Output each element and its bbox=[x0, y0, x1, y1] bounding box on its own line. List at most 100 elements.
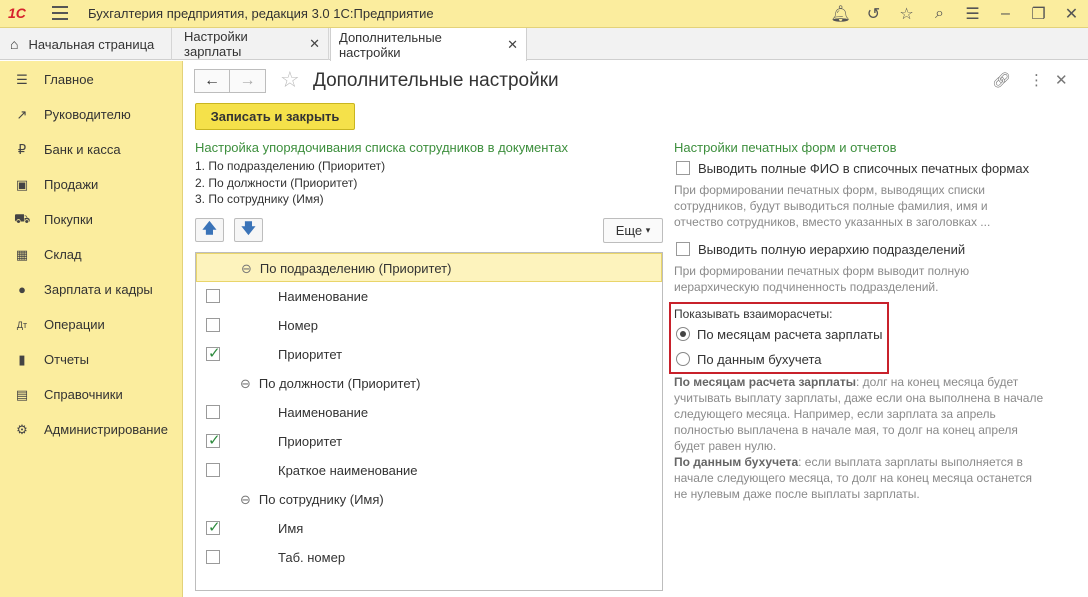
warehouse-icon: ▦ bbox=[15, 246, 29, 262]
collapse-icon[interactable]: ⊖ bbox=[240, 376, 251, 391]
dropdown-arrow-icon: ▾ bbox=[645, 225, 651, 235]
note-line: полностью выплачена в начале мая, то дол… bbox=[674, 423, 1018, 437]
book-icon: ▤ bbox=[15, 386, 29, 402]
tree-group-row[interactable]: ⊖ По сотруднику (Имя) bbox=[196, 485, 662, 514]
arrow-right-icon: → bbox=[239, 72, 256, 89]
tree-item-row[interactable]: Наименование bbox=[196, 398, 662, 427]
arrow-up-icon: 🡅 bbox=[202, 220, 217, 236]
full-hierarchy-description: При формировании печатных форм выводит п… bbox=[674, 263, 969, 295]
tab-close-icon[interactable]: ✕ bbox=[507, 37, 518, 53]
note-bold: По месяцам расчета зарплаты bbox=[674, 375, 856, 389]
tree-group-row[interactable]: ⊖ По должности (Приоритет) bbox=[196, 369, 662, 398]
collapse-icon[interactable]: ⊖ bbox=[241, 261, 252, 276]
favorite-star-icon[interactable]: ☆ bbox=[280, 67, 300, 93]
checkbox[interactable] bbox=[206, 405, 220, 419]
tab-salary-settings[interactable]: Настройки зарплаты ✕ bbox=[176, 28, 329, 60]
collapse-icon[interactable]: ⊖ bbox=[240, 492, 251, 507]
sidebar-item-warehouse[interactable]: ▦ Склад bbox=[0, 237, 183, 272]
tree-item-label: Таб. номер bbox=[278, 550, 346, 565]
tree-item-row[interactable]: Приоритет bbox=[196, 427, 662, 456]
sidebar-item-reports[interactable]: ▮ Отчеты bbox=[0, 342, 183, 377]
title-bar: 1С Бухгалтерия предприятия, редакция 3.0… bbox=[0, 0, 1088, 28]
sidebar-item-purchases[interactable]: ⛟ Покупки bbox=[0, 202, 183, 237]
favorites-star-icon[interactable]: ☆ bbox=[890, 0, 923, 28]
note-line: учитывать выплату зарплаты, даже если он… bbox=[674, 391, 1044, 405]
tree-item-row[interactable]: Приоритет bbox=[196, 340, 662, 369]
tree-item-row[interactable]: Номер bbox=[196, 311, 662, 340]
note-line: начале следующего месяца, то долг на кон… bbox=[674, 471, 1033, 485]
tree-group-row[interactable]: ⊖ По подразделению (Приоритет) bbox=[196, 253, 662, 282]
sidebar-item-manager[interactable]: ↗ Руководителю bbox=[0, 97, 183, 132]
more-button[interactable]: Еще ▾ bbox=[603, 218, 663, 243]
ruble-icon: ₽ bbox=[17, 141, 27, 157]
forward-button[interactable]: → bbox=[230, 69, 266, 93]
tree-group-label: По сотруднику (Имя) bbox=[258, 492, 384, 507]
checkbox[interactable] bbox=[206, 289, 220, 303]
radio-by-accounting[interactable] bbox=[676, 352, 690, 366]
sidebar-item-operations[interactable]: Дт Операции bbox=[0, 307, 183, 342]
sorting-line: 2. По должности (Приоритет) bbox=[195, 176, 358, 190]
person-icon: ● bbox=[18, 282, 26, 297]
sidebar-item-catalogs[interactable]: ▤ Справочники bbox=[0, 377, 183, 412]
settlements-label: Показывать взаиморасчеты: bbox=[674, 307, 833, 321]
main-menu-icon[interactable] bbox=[52, 6, 68, 20]
tab-salary-settings-label: Настройки зарплаты bbox=[184, 29, 248, 59]
arrow-down-icon: 🡇 bbox=[241, 220, 256, 236]
sidebar-item-label: Руководителю bbox=[44, 107, 131, 122]
sidebar-item-admin[interactable]: ⚙ Администрирование bbox=[0, 412, 183, 447]
description-line: отчество сотрудников, вместо указанных в… bbox=[674, 215, 991, 229]
checkbox-checked[interactable] bbox=[206, 344, 221, 362]
save-and-close-button[interactable]: Записать и закрыть bbox=[195, 103, 355, 130]
tab-close-icon[interactable]: ✕ bbox=[309, 36, 320, 52]
full-hierarchy-checkbox[interactable] bbox=[676, 242, 690, 256]
trend-icon: ↗ bbox=[16, 106, 28, 122]
bell-icon[interactable]: 🔔︎ bbox=[824, 0, 857, 28]
bag-icon: ▣ bbox=[15, 176, 29, 192]
cart-icon: ⛟ bbox=[14, 210, 31, 226]
sidebar-item-sales[interactable]: ▣ Продажи bbox=[0, 167, 183, 202]
tab-bar: ⌂ Начальная страница Настройки зарплаты … bbox=[0, 28, 1088, 61]
app-title: Бухгалтерия предприятия, редакция 3.0 1С… bbox=[88, 6, 434, 21]
tree-item-label: Имя bbox=[278, 521, 304, 536]
sidebar-item-bank[interactable]: ₽ Банк и касса bbox=[0, 132, 183, 167]
tree-item-row[interactable]: Наименование bbox=[196, 282, 662, 311]
close-icon[interactable]: ✕ bbox=[1055, 0, 1088, 28]
sidebar-item-salary[interactable]: ● Зарплата и кадры bbox=[0, 272, 183, 307]
settlements-note-2: По данным бухучета: если выплата зарплат… bbox=[674, 454, 1074, 502]
full-fio-checkbox[interactable] bbox=[676, 161, 690, 175]
tree-item-row[interactable]: Краткое наименование bbox=[196, 456, 662, 485]
description-line: При формировании печатных форм выводит п… bbox=[674, 264, 970, 278]
checkbox[interactable] bbox=[206, 318, 220, 332]
bar-chart-icon: ▮ bbox=[18, 351, 26, 367]
tree-item-label: Номер bbox=[278, 318, 319, 333]
arrow-left-icon: ← bbox=[204, 72, 220, 89]
tree-item-row[interactable]: Таб. номер bbox=[196, 543, 662, 572]
restore-icon[interactable]: ❐ bbox=[1022, 0, 1055, 28]
sorting-line: 3. По сотруднику (Имя) bbox=[195, 192, 324, 206]
tree-item-row[interactable]: Имя bbox=[196, 514, 662, 543]
back-button[interactable]: ← bbox=[194, 69, 230, 93]
search-icon[interactable]: ⌕ bbox=[923, 0, 956, 28]
checkbox[interactable] bbox=[206, 550, 220, 564]
close-form-icon[interactable]: ✕ bbox=[1055, 71, 1068, 89]
checkbox[interactable] bbox=[206, 463, 220, 477]
checkbox-checked[interactable] bbox=[206, 431, 221, 449]
tab-additional-settings[interactable]: Дополнительные настройки ✕ bbox=[330, 28, 527, 61]
sidebar-item-main[interactable]: ☰ Главное bbox=[0, 62, 183, 97]
tab-home[interactable]: ⌂ Начальная страница bbox=[0, 28, 172, 60]
checkbox-checked[interactable] bbox=[206, 518, 221, 536]
minimize-icon[interactable]: – bbox=[989, 0, 1022, 28]
link-icon[interactable]: 🔗︎ bbox=[992, 71, 1011, 89]
more-vert-icon[interactable]: ⋮ bbox=[1029, 71, 1044, 89]
gear-icon: ⚙ bbox=[16, 421, 28, 437]
sorting-tree: ⊖ По подразделению (Приоритет) Наименован… bbox=[195, 252, 663, 591]
move-down-button[interactable]: 🡇 bbox=[234, 218, 263, 242]
move-up-button[interactable]: 🡅 bbox=[195, 218, 224, 242]
sidebar-item-label: Зарплата и кадры bbox=[44, 282, 153, 297]
radio-by-salary-months[interactable] bbox=[676, 327, 690, 341]
settings-menu-icon[interactable]: ☰ bbox=[956, 0, 989, 28]
more-button-label: Еще bbox=[615, 223, 643, 238]
history-icon[interactable]: ↺ bbox=[857, 0, 890, 28]
home-icon: ⌂ bbox=[10, 36, 19, 52]
radio-by-salary-months-label: По месяцам расчета зарплаты bbox=[697, 327, 883, 342]
